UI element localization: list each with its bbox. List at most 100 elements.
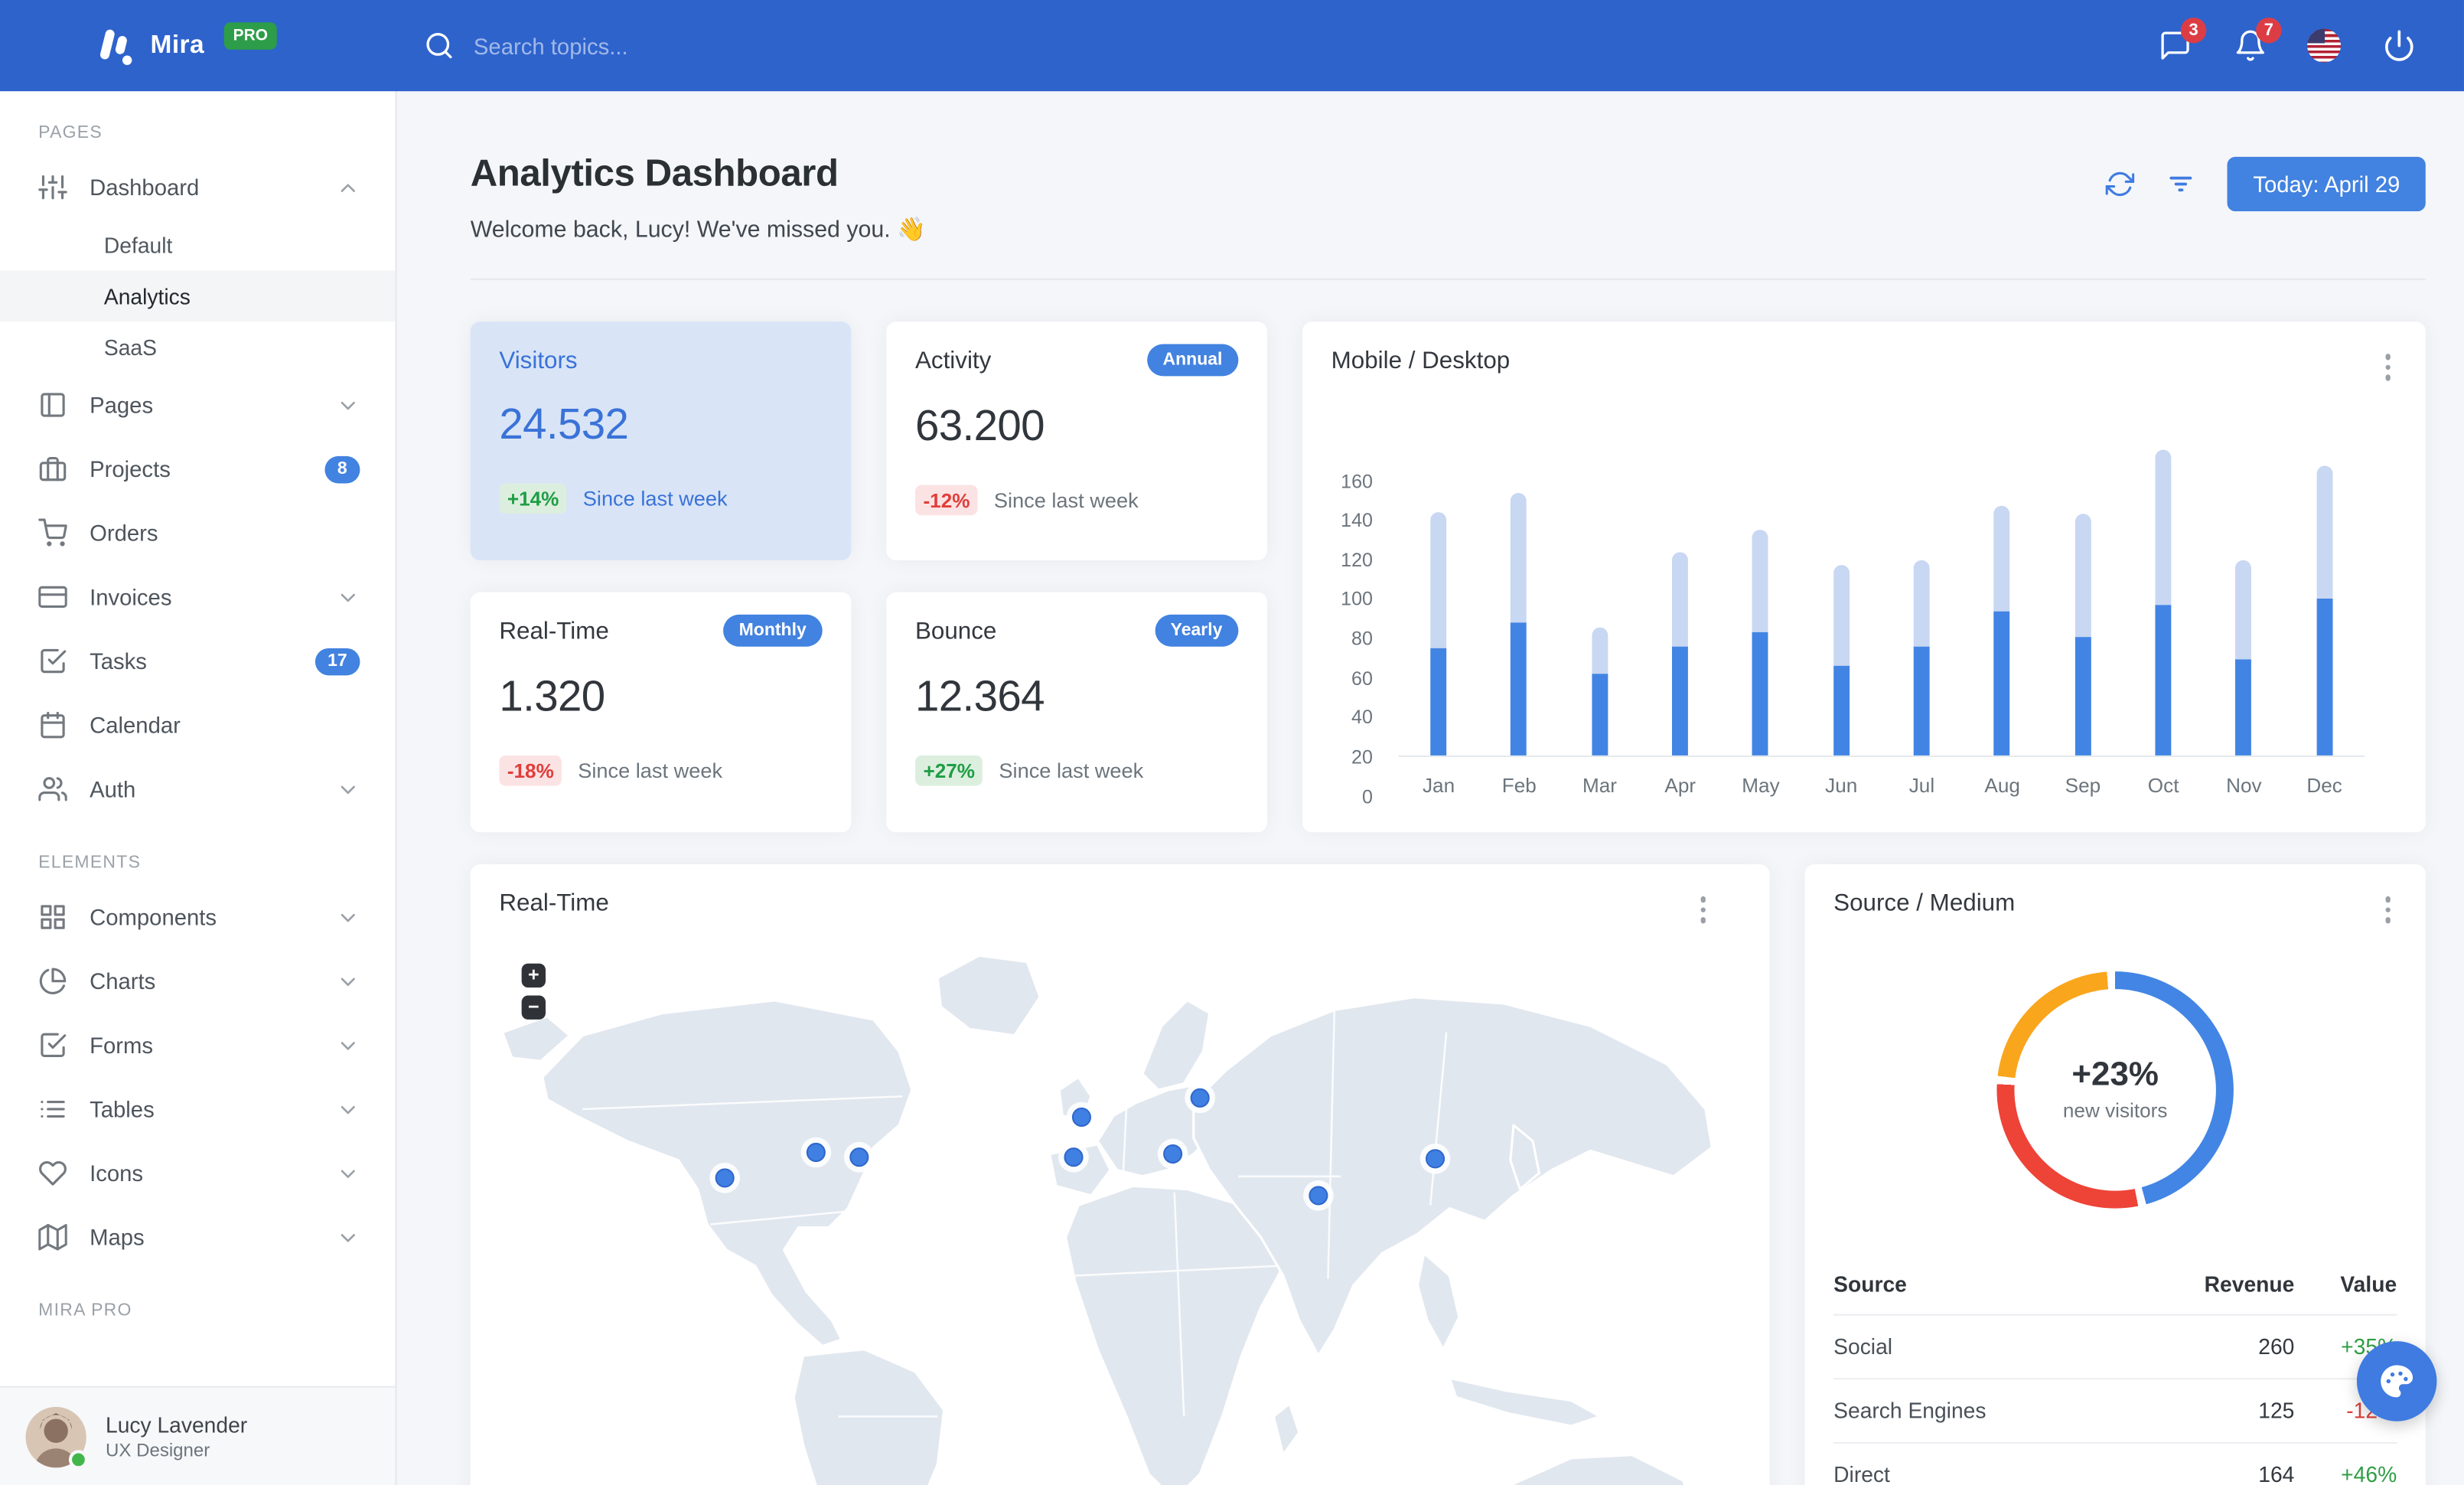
brand[interactable]: Mira PRO (0, 22, 395, 68)
map-marker[interactable] (1163, 1143, 1183, 1164)
bar-nov[interactable] (2235, 559, 2252, 755)
sidebar-item-dashboard[interactable]: Dashboard (0, 155, 395, 220)
sidebar-item-analytics[interactable]: Analytics (0, 270, 396, 322)
sidebar-item-auth[interactable]: Auth (0, 757, 395, 821)
chevron-down-icon (336, 1161, 360, 1185)
bar-jan[interactable] (1430, 512, 1447, 755)
search-input[interactable] (473, 32, 922, 59)
sidebar-item-default[interactable]: Default (0, 219, 395, 270)
bar-mar[interactable] (1592, 626, 1608, 755)
header-divider (470, 278, 2426, 280)
messages-button[interactable]: 3 (2157, 16, 2207, 64)
x-tick-label: Mar (1582, 773, 1618, 797)
sidebar-item-invoices[interactable]: Invoices (0, 565, 395, 629)
map-marker[interactable] (1064, 1147, 1084, 1167)
sidebar-user[interactable]: Lucy Lavender UX Designer (0, 1385, 396, 1485)
bar-jun[interactable] (1833, 565, 1850, 755)
source-value: +46% (2341, 1462, 2397, 1485)
y-axis: 0 20 40 60 80 100 120 140 160 (1331, 470, 1383, 808)
language-flag-button[interactable] (2307, 28, 2341, 63)
theme-settings-button[interactable] (2356, 1341, 2437, 1421)
map-zoom-in-button[interactable]: + (521, 963, 546, 988)
messages-count-badge: 3 (2180, 16, 2207, 43)
sign-out-button[interactable] (2381, 28, 2416, 64)
mobile-segment (1833, 666, 1850, 755)
sidebar-item-label: Calendar (90, 712, 181, 738)
y-tick-label: 120 (1341, 548, 1373, 571)
heart-icon (38, 1159, 67, 1188)
column-header: Revenue (2204, 1271, 2295, 1296)
sidebar-item-orders[interactable]: Orders (0, 501, 395, 565)
sidebar-item-maps[interactable]: Maps (0, 1205, 395, 1269)
desktop-segment (1430, 512, 1447, 648)
kebab-menu-icon[interactable] (1693, 890, 1712, 929)
map-zoom-out-button[interactable]: − (521, 995, 546, 1020)
sidebar-item-projects[interactable]: Projects 8 (0, 437, 395, 501)
date-picker-button[interactable]: Today: April 29 (2227, 156, 2426, 211)
map-marker[interactable] (849, 1147, 869, 1167)
navbar-search (424, 31, 922, 61)
notifications-button[interactable]: 7 (2232, 16, 2282, 64)
column-header: Source (1833, 1271, 1907, 1296)
refresh-icon[interactable] (2105, 170, 2135, 199)
mobile-segment (2235, 660, 2252, 755)
y-tick-label: 140 (1341, 509, 1373, 532)
bar-feb[interactable] (1511, 492, 1527, 755)
bar-sep[interactable] (2075, 514, 2091, 755)
list-icon (38, 1095, 67, 1124)
desktop-segment (1511, 492, 1527, 623)
sidebar-item-tasks[interactable]: Tasks 17 (0, 629, 395, 694)
sidebar-item-calendar[interactable]: Calendar (0, 693, 395, 757)
sidebar-item-charts[interactable]: Charts (0, 949, 395, 1013)
mobile-desktop-chart-card: Mobile / Desktop 0 20 40 60 80 100 120 140 160 J… (1302, 321, 2426, 833)
bar-apr[interactable] (1672, 551, 1689, 755)
credit-card-icon (38, 583, 67, 612)
x-tick-label: May (1742, 773, 1780, 797)
kebab-menu-icon[interactable] (2378, 348, 2397, 387)
sidebar-item-label: Icons (90, 1160, 144, 1186)
source-name: Social (1833, 1333, 1893, 1359)
table-row: Social 260 +35% (1833, 1315, 2397, 1379)
kebab-menu-icon[interactable] (2378, 890, 2397, 929)
mobile-segment (1511, 622, 1527, 755)
period-badge: Monthly (722, 614, 823, 647)
map-marker[interactable] (806, 1141, 826, 1161)
y-tick-label: 20 (1351, 746, 1373, 769)
desktop-segment (2316, 465, 2333, 599)
world-map[interactable] (471, 935, 1770, 1485)
pie-chart-icon (38, 967, 67, 996)
map-marker[interactable] (1190, 1087, 1210, 1107)
sidebar-item-tables[interactable]: Tables (0, 1077, 395, 1141)
bar-oct[interactable] (2155, 449, 2172, 755)
bar-dec[interactable] (2316, 465, 2333, 755)
stat-note: Since last week (582, 486, 728, 511)
sidebar-item-icons[interactable]: Icons (0, 1141, 395, 1206)
y-tick-label: 80 (1351, 627, 1373, 650)
stat-title: Real-Time (499, 618, 609, 645)
sidebar-item-label: Pages (90, 392, 154, 418)
bar-aug[interactable] (1994, 506, 2011, 755)
map-marker[interactable] (1309, 1185, 1328, 1205)
x-axis-labels: Jan Feb Mar Apr May Jun Jul Aug Sep Oct Nov Dec (1398, 774, 2365, 796)
donut-chart[interactable]: +23% new visitors (1996, 971, 2234, 1208)
chevron-down-icon (336, 1097, 360, 1121)
desktop-segment (1833, 565, 1850, 667)
chevron-up-icon (336, 175, 360, 199)
filter-icon[interactable] (2166, 170, 2195, 199)
sidebar-item-label: Charts (90, 968, 156, 994)
sidebar-item-pages[interactable]: Pages (0, 373, 395, 437)
sidebar-item-saas[interactable]: SaaS (0, 321, 395, 373)
avatar (25, 1405, 88, 1469)
map-marker[interactable] (715, 1167, 735, 1187)
bar-may[interactable] (1752, 530, 1769, 755)
bar-jul[interactable] (1913, 560, 1930, 755)
map-marker[interactable] (1425, 1148, 1445, 1168)
stat-value: 1.320 (499, 672, 605, 720)
chevron-down-icon (336, 969, 360, 993)
chevron-down-icon (336, 777, 360, 801)
mobile-segment (1592, 674, 1608, 755)
sidebar-item-components[interactable]: Components (0, 885, 395, 949)
map-marker[interactable] (1071, 1106, 1091, 1126)
sidebar-item-forms[interactable]: Forms (0, 1013, 395, 1078)
sidebar-item-label: Projects (90, 455, 171, 482)
